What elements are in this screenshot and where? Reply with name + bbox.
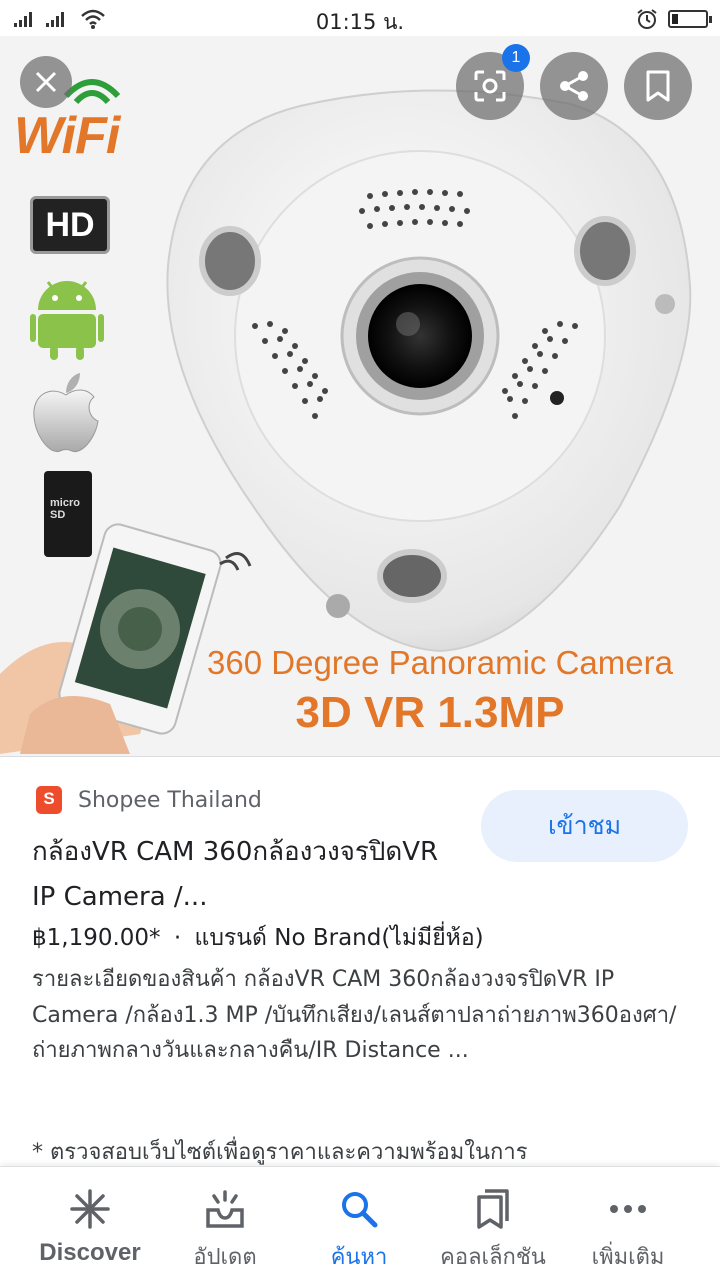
lens-button[interactable]: 1 xyxy=(456,44,530,120)
disclaimer: * ตรวจสอบเว็บไซต์เพื่อดูราคาและความพร้อม… xyxy=(32,1140,528,1165)
share-icon xyxy=(560,71,588,101)
hd-badge: HD xyxy=(30,196,110,254)
apple-icon xyxy=(33,373,99,453)
description: รายละเอียดของสินค้า กล้องVR CAM 360กล้อง… xyxy=(32,967,677,1063)
shopee-logo-icon: S xyxy=(36,786,62,814)
image-caption-line1: 360 Degree Panoramic Camera xyxy=(207,644,673,681)
share-button[interactable] xyxy=(540,52,608,120)
bottom-navigation: Discover อัปเดต ค้นหา คอลเล็กชัน เพิ่มเต… xyxy=(0,1166,720,1280)
product-image[interactable]: WiFi HD micro SD 360 Degree Panoramic Ca… xyxy=(0,36,720,756)
android-icon xyxy=(30,281,104,360)
nav-more[interactable]: เพิ่มเติม xyxy=(548,1187,708,1274)
bookmark-icon xyxy=(646,70,670,102)
more-icon xyxy=(610,1205,646,1213)
battery-level xyxy=(672,14,679,24)
image-caption-line2: 3D VR 1.3MP xyxy=(295,688,565,737)
price-row: ฿1,190.00* · แบรนด์ No Brand(ไม่มียี่ห้อ… xyxy=(32,920,484,956)
separator: · xyxy=(173,925,182,951)
close-icon xyxy=(35,71,57,93)
result-title[interactable]: กล้องVR CAM 360กล้องวงจรปิดVR IP Camera … xyxy=(32,830,462,920)
search-icon xyxy=(342,1192,378,1228)
bookmark-button[interactable] xyxy=(624,52,692,120)
source-name: Shopee Thailand xyxy=(78,787,262,813)
updates-icon xyxy=(206,1190,244,1228)
source-row[interactable]: S Shopee Thailand xyxy=(36,786,262,814)
status-bar: 01:15 น. xyxy=(0,0,720,36)
divider xyxy=(0,756,720,757)
asterisk-icon xyxy=(70,1189,110,1229)
visit-button[interactable]: เข้าชม xyxy=(481,790,688,862)
alarm-icon xyxy=(637,9,657,29)
brand: แบรนด์ No Brand(ไม่มียี่ห้อ) xyxy=(194,925,484,951)
lens-icon xyxy=(474,70,506,102)
price: ฿1,190.00* xyxy=(32,925,161,951)
nav-label: เพิ่มเติม xyxy=(591,1245,665,1270)
clock: 01:15 น. xyxy=(315,10,405,34)
battery-icon xyxy=(668,10,712,28)
collections-icon xyxy=(477,1189,509,1229)
wifi-logo-text: WiFi xyxy=(14,107,120,165)
close-button[interactable] xyxy=(20,56,72,108)
lens-badge: 1 xyxy=(502,44,530,72)
